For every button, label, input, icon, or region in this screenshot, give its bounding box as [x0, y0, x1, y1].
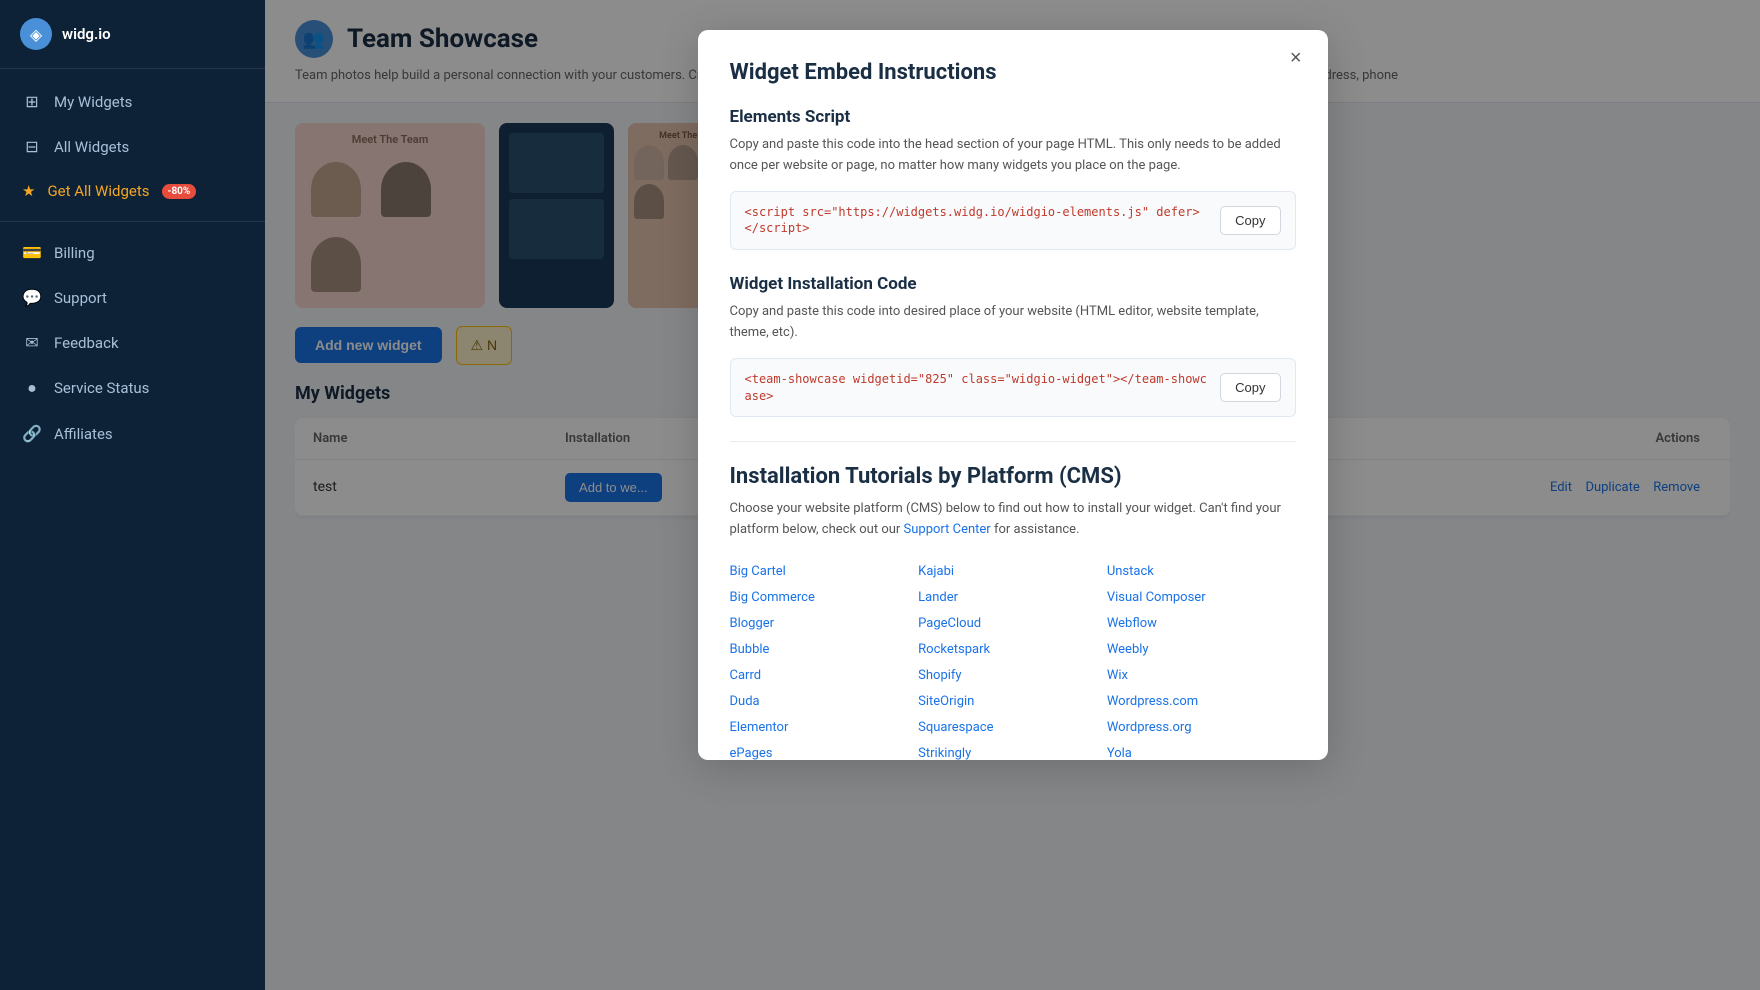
- list-icon: ⊟: [22, 137, 42, 156]
- elements-script-copy-button[interactable]: Copy: [1220, 206, 1280, 235]
- sidebar-item-support[interactable]: 💬 Support: [0, 275, 265, 320]
- affiliates-icon: 🔗: [22, 424, 42, 443]
- cms-visual-composer[interactable]: Visual Composer: [1107, 590, 1206, 605]
- cms-big-cartel[interactable]: Big Cartel: [730, 564, 786, 579]
- logo-text: widg.io: [62, 25, 111, 43]
- cms-elementor[interactable]: Elementor: [730, 720, 789, 735]
- tutorials-desc: Choose your website platform (CMS) below…: [730, 499, 1296, 541]
- sidebar-item-label: Get All Widgets: [47, 182, 149, 200]
- cms-lander[interactable]: Lander: [918, 590, 958, 605]
- cms-rocketspark[interactable]: Rocketspark: [918, 642, 990, 657]
- sidebar-logo: ◈ widg.io: [0, 0, 265, 69]
- sidebar-item-affiliates[interactable]: 🔗 Affiliates: [0, 411, 265, 456]
- cms-column-1: Big Cartel Big Commerce Blogger Bubble C…: [730, 559, 919, 760]
- elements-script-code: <script src="https://widgets.widg.io/wid…: [745, 204, 1209, 238]
- embed-instructions-modal: × Widget Embed Instructions Elements Scr…: [698, 30, 1328, 760]
- elements-script-title: Elements Script: [730, 107, 1296, 127]
- widget-installation-code: <team-showcase widgetid="825" class="wid…: [745, 371, 1209, 405]
- sidebar-item-all-widgets[interactable]: ⊟ All Widgets: [0, 124, 265, 169]
- sidebar-item-label: Service Status: [54, 379, 149, 397]
- grid-icon: ⊞: [22, 92, 42, 111]
- sidebar-item-label: My Widgets: [54, 93, 132, 111]
- cms-big-commerce[interactable]: Big Commerce: [730, 590, 815, 605]
- widget-installation-title: Widget Installation Code: [730, 274, 1296, 294]
- status-icon: ●: [22, 378, 42, 398]
- billing-icon: 💳: [22, 243, 42, 262]
- sidebar-item-billing[interactable]: 💳 Billing: [0, 230, 265, 275]
- feedback-icon: ✉: [22, 333, 42, 352]
- cms-pagecloud[interactable]: PageCloud: [918, 616, 981, 631]
- cms-duda[interactable]: Duda: [730, 694, 760, 709]
- cms-blogger[interactable]: Blogger: [730, 616, 775, 631]
- cms-kajabi[interactable]: Kajabi: [918, 564, 954, 579]
- cms-unstack[interactable]: Unstack: [1107, 564, 1154, 579]
- support-center-link[interactable]: Support Center: [904, 522, 991, 537]
- support-icon: 💬: [22, 288, 42, 307]
- widget-installation-code-block: <team-showcase widgetid="825" class="wid…: [730, 358, 1296, 418]
- elements-script-desc: Copy and paste this code into the head s…: [730, 135, 1296, 177]
- cms-epages[interactable]: ePages: [730, 746, 773, 760]
- sidebar-item-service-status[interactable]: ● Service Status: [0, 365, 265, 411]
- star-icon: ★: [22, 182, 35, 200]
- cms-weebly[interactable]: Weebly: [1107, 642, 1149, 657]
- discount-badge: -80%: [162, 184, 197, 199]
- cms-carrd[interactable]: Carrd: [730, 668, 762, 683]
- sidebar: ◈ widg.io ⊞ My Widgets ⊟ All Widgets ★ G…: [0, 0, 265, 990]
- main-content: 👥 Team Showcase Team photos help build a…: [265, 0, 1760, 990]
- modal-close-button[interactable]: ×: [1282, 44, 1310, 72]
- cms-squarespace[interactable]: Squarespace: [918, 720, 993, 735]
- cms-bubble[interactable]: Bubble: [730, 642, 770, 657]
- sidebar-divider-1: [0, 221, 265, 222]
- cms-wordpress-org[interactable]: Wordpress.org: [1107, 720, 1192, 735]
- cms-siteorigin[interactable]: SiteOrigin: [918, 694, 974, 709]
- cms-platforms-grid: Big Cartel Big Commerce Blogger Bubble C…: [730, 559, 1296, 760]
- tutorials-title: Installation Tutorials by Platform (CMS): [730, 464, 1296, 489]
- sidebar-item-my-widgets[interactable]: ⊞ My Widgets: [0, 79, 265, 124]
- cms-column-3: Unstack Visual Composer Webflow Weebly W…: [1107, 559, 1296, 760]
- cms-column-2: Kajabi Lander PageCloud Rocketspark Shop…: [918, 559, 1107, 760]
- logo-icon: ◈: [20, 18, 52, 50]
- widget-installation-desc: Copy and paste this code into desired pl…: [730, 302, 1296, 344]
- sidebar-item-get-all-widgets[interactable]: ★ Get All Widgets -80%: [0, 169, 265, 213]
- sidebar-item-label: Feedback: [54, 334, 119, 352]
- sidebar-item-label: Support: [54, 289, 107, 307]
- widget-installation-copy-button[interactable]: Copy: [1220, 373, 1280, 402]
- cms-webflow[interactable]: Webflow: [1107, 616, 1157, 631]
- sidebar-item-feedback[interactable]: ✉ Feedback: [0, 320, 265, 365]
- cms-shopify[interactable]: Shopify: [918, 668, 961, 683]
- cms-wordpress-com[interactable]: Wordpress.com: [1107, 694, 1198, 709]
- modal-title: Widget Embed Instructions: [730, 60, 1296, 85]
- modal-overlay[interactable]: × Widget Embed Instructions Elements Scr…: [265, 0, 1760, 990]
- cms-yola[interactable]: Yola: [1107, 746, 1132, 760]
- modal-divider: [730, 441, 1296, 442]
- sidebar-item-label: Billing: [54, 244, 95, 262]
- sidebar-item-label: Affiliates: [54, 425, 113, 443]
- cms-wix[interactable]: Wix: [1107, 668, 1128, 683]
- elements-script-code-block: <script src="https://widgets.widg.io/wid…: [730, 191, 1296, 251]
- sidebar-nav: ⊞ My Widgets ⊟ All Widgets ★ Get All Wid…: [0, 69, 265, 990]
- cms-strikingly[interactable]: Strikingly: [918, 746, 971, 760]
- sidebar-item-label: All Widgets: [54, 138, 129, 156]
